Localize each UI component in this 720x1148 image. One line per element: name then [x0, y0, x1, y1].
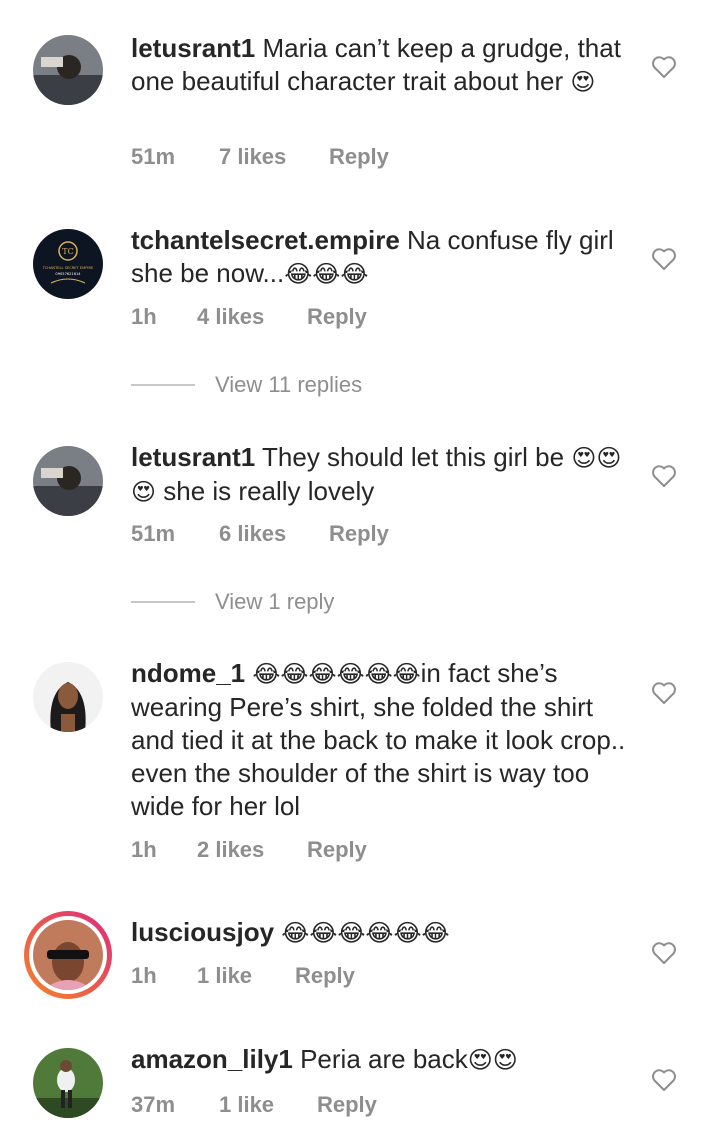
heart-icon[interactable] — [651, 1068, 677, 1092]
comment-text: lusciousjoy 😂😂😂😂😂😂 — [131, 916, 631, 950]
comment-username[interactable]: amazon_lily1 — [131, 1044, 293, 1074]
comment-meta: 1h 1 like Reply — [131, 963, 355, 989]
comment-likes[interactable]: 1 like — [197, 963, 295, 989]
reply-button[interactable]: Reply — [329, 521, 389, 547]
comment-text: letusrant1 They should let this girl be … — [131, 441, 631, 509]
emoji: 😂😂😂😂😂😂 — [281, 920, 450, 947]
comment-likes[interactable]: 2 likes — [197, 837, 307, 863]
heart-icon[interactable] — [651, 464, 677, 488]
comment-time: 51m — [131, 521, 176, 546]
avatar[interactable] — [33, 35, 103, 105]
avatar[interactable]: TC TCHANTELL SECRET EMPIRE 09057621614 — [33, 229, 103, 299]
reply-button[interactable]: Reply — [295, 963, 355, 989]
comment-time: 51m — [131, 144, 176, 169]
comment-meta: 37m 1 like Reply — [131, 1092, 377, 1118]
comment-username[interactable]: letusrant1 — [131, 442, 255, 472]
comment-body: Peria are back — [300, 1044, 468, 1074]
comment-body: They should let this girl be — [262, 442, 565, 472]
view-replies-label: View 11 replies — [215, 372, 363, 397]
comment-text: ndome_1 😂😂😂😂😂😂in fact she’s wearing Pere… — [131, 657, 631, 823]
reply-button[interactable]: Reply — [307, 304, 367, 330]
comment-username[interactable]: lusciousjoy — [131, 917, 274, 947]
avatar-brand: TCHANTELL SECRET EMPIRE — [42, 266, 94, 270]
comment-meta: 51m 7 likes Reply — [131, 144, 389, 170]
comment-time: 37m — [131, 1092, 176, 1117]
reply-button[interactable]: Reply — [329, 144, 389, 170]
avatar[interactable] — [33, 662, 103, 732]
heart-icon[interactable] — [651, 247, 677, 271]
heart-icon[interactable] — [651, 941, 677, 965]
avatar[interactable] — [33, 1048, 103, 1118]
heart-icon[interactable] — [651, 681, 677, 705]
comment-username[interactable]: tchantelsecret.empire — [131, 225, 400, 255]
comment-username[interactable]: letusrant1 — [131, 33, 255, 63]
reply-button[interactable]: Reply — [317, 1092, 377, 1118]
heart-icon[interactable] — [651, 55, 677, 79]
emoji: 😂😂😂 — [284, 261, 369, 288]
comment-time: 1h — [131, 963, 157, 988]
comment-text: letusrant1 Maria can’t keep a grudge, th… — [131, 32, 631, 99]
comment-time: 1h — [131, 837, 157, 862]
view-replies-button[interactable]: View 1 reply — [131, 589, 334, 615]
divider — [131, 384, 195, 386]
avatar-initials: TC — [62, 247, 73, 256]
reply-button[interactable]: Reply — [307, 837, 367, 863]
comment-likes[interactable]: 4 likes — [197, 304, 307, 330]
comment-likes[interactable]: 7 likes — [219, 144, 329, 170]
view-replies-button[interactable]: View 11 replies — [131, 372, 362, 398]
comment-meta: 1h 2 likes Reply — [131, 837, 367, 863]
divider — [131, 601, 195, 603]
avatar-phone: 09057621614 — [55, 272, 81, 276]
comment-time: 1h — [131, 304, 157, 329]
avatar-story-ring[interactable] — [24, 911, 112, 999]
comment-meta: 51m 6 likes Reply — [131, 521, 389, 547]
emoji: 😍 — [570, 69, 596, 96]
avatar[interactable] — [33, 446, 103, 516]
avatar — [29, 916, 107, 994]
comment-likes[interactable]: 1 like — [219, 1092, 317, 1118]
comment-likes[interactable]: 6 likes — [219, 521, 329, 547]
comment-text: tchantelsecret.empire Na confuse fly gir… — [131, 224, 631, 291]
comment-username[interactable]: ndome_1 — [131, 658, 245, 688]
view-replies-label: View 1 reply — [215, 589, 335, 614]
comment-text: amazon_lily1 Peria are back😍😍 — [131, 1043, 631, 1077]
emoji: 😂😂😂😂😂😂 — [252, 661, 421, 688]
emoji: 😍😍 — [467, 1047, 518, 1074]
comment-meta: 1h 4 likes Reply — [131, 304, 367, 330]
comment-body-continued: she is really lovely — [163, 476, 375, 506]
